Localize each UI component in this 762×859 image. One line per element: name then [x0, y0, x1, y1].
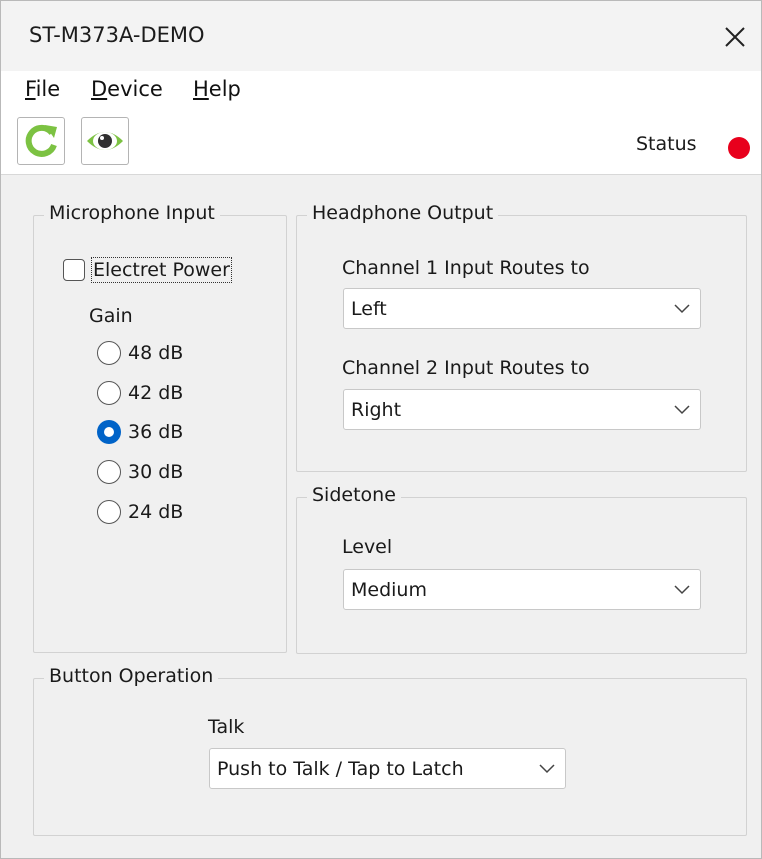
- channel2-route-value: Right: [351, 398, 402, 421]
- channel1-label: Channel 1 Input Routes to: [342, 257, 590, 279]
- talk-mode-value: Push to Talk / Tap to Latch: [217, 757, 464, 780]
- talk-label: Talk: [208, 716, 245, 738]
- gain-option-label: 24 dB: [128, 501, 184, 523]
- electret-power-box[interactable]: [63, 259, 85, 281]
- chevron-down-icon: [664, 390, 700, 429]
- channel2-route-dropdown[interactable]: Right: [343, 389, 701, 430]
- gain-radio-24[interactable]: [97, 500, 121, 524]
- channel1-route-dropdown[interactable]: Left: [343, 288, 701, 329]
- gain-radio-36[interactable]: [97, 420, 121, 444]
- gain-label: Gain: [89, 305, 133, 327]
- gain-option-label: 48 dB: [128, 342, 184, 364]
- electret-power-checkbox[interactable]: Electret Power: [63, 255, 232, 285]
- headphone-output-group: Headphone Output: [296, 202, 747, 472]
- toolbar: Status: [1, 107, 761, 175]
- gain-option-48[interactable]: 48 dB: [97, 339, 183, 367]
- gain-option-42[interactable]: 42 dB: [97, 379, 183, 407]
- chevron-down-icon: [529, 749, 565, 788]
- sidetone-level-dropdown[interactable]: Medium: [343, 569, 701, 610]
- gain-option-label: 42 dB: [128, 382, 184, 404]
- channel1-route-value: Left: [351, 297, 387, 320]
- menu-file-rest: ile: [35, 77, 61, 101]
- status-indicator: [728, 137, 750, 159]
- sidetone-title: Sidetone: [307, 484, 401, 506]
- gain-option-label: 36 dB: [128, 421, 184, 443]
- menu-device[interactable]: Device: [91, 77, 163, 101]
- close-button[interactable]: [713, 13, 757, 61]
- sidetone-level-label: Level: [342, 536, 393, 558]
- gain-radio-48[interactable]: [97, 341, 121, 365]
- refresh-icon: [25, 124, 57, 157]
- chevron-down-icon: [664, 570, 700, 609]
- menu-file[interactable]: File: [25, 77, 60, 101]
- gain-option-30[interactable]: 30 dB: [97, 458, 183, 486]
- talk-mode-dropdown[interactable]: Push to Talk / Tap to Latch: [209, 748, 566, 789]
- button-operation-title: Button Operation: [44, 665, 219, 687]
- status-label: Status: [636, 133, 697, 155]
- gain-option-36[interactable]: 36 dB: [97, 418, 183, 446]
- microphone-input-title: Microphone Input: [44, 202, 220, 224]
- menu-help-rest: elp: [208, 77, 241, 101]
- gain-option-label: 30 dB: [128, 461, 184, 483]
- menu-help[interactable]: Help: [193, 77, 241, 101]
- gain-option-24[interactable]: 24 dB: [97, 498, 183, 526]
- app-window: ST-M373A-DEMO File Device Help Status Mi…: [0, 0, 762, 859]
- close-icon: [725, 27, 745, 47]
- eye-icon: [87, 132, 123, 150]
- sidetone-level-value: Medium: [351, 578, 427, 601]
- menu-device-rest: evice: [107, 77, 163, 101]
- window-title: ST-M373A-DEMO: [29, 23, 205, 47]
- monitor-button[interactable]: [81, 117, 129, 165]
- headphone-output-title: Headphone Output: [307, 202, 499, 224]
- channel2-label: Channel 2 Input Routes to: [342, 357, 590, 379]
- gain-radio-42[interactable]: [97, 381, 121, 405]
- menu-bar: File Device Help: [1, 71, 761, 107]
- chevron-down-icon: [664, 289, 700, 328]
- title-bar: ST-M373A-DEMO: [1, 1, 761, 71]
- electret-power-label: Electret Power: [91, 257, 232, 283]
- gain-radio-30[interactable]: [97, 460, 121, 484]
- refresh-button[interactable]: [17, 117, 65, 165]
